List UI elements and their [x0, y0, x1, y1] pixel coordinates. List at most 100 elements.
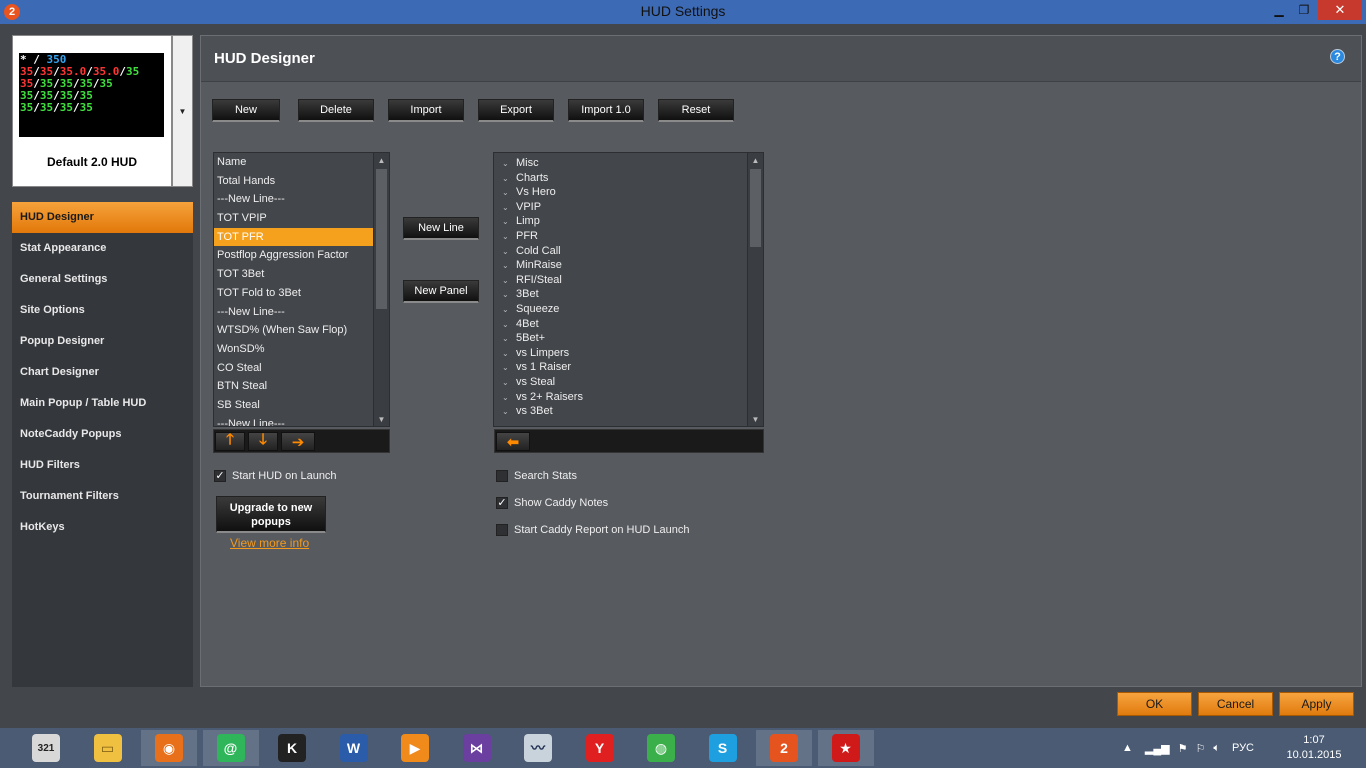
- chevron-down-icon[interactable]: ⌄: [502, 361, 516, 376]
- caddy-report-checkbox[interactable]: Start Caddy Report on HUD Launch: [496, 524, 689, 536]
- taskbar-app-holdem-manager[interactable]: 2: [756, 730, 812, 766]
- stat-category-item[interactable]: ⌄ Misc: [494, 156, 747, 171]
- new-panel-button[interactable]: New Panel: [403, 280, 479, 303]
- chevron-down-icon[interactable]: ⌄: [502, 201, 516, 216]
- stat-category-item[interactable]: ⌄ VPIP: [494, 200, 747, 215]
- hud-line-item[interactable]: TOT 3Bet: [214, 265, 374, 284]
- stat-category-item[interactable]: ⌄ 5Bet+: [494, 331, 747, 346]
- stat-category-item[interactable]: ⌄ vs Limpers: [494, 346, 747, 361]
- chevron-down-icon[interactable]: ⌄: [502, 172, 516, 187]
- scroll-up-icon[interactable]: ▲: [748, 153, 763, 167]
- hud-line-item[interactable]: ---New Line---: [214, 415, 374, 426]
- move-up-arrow-icon[interactable]: 🡑: [215, 431, 245, 451]
- chevron-down-icon[interactable]: ⌄: [502, 288, 516, 303]
- hud-line-item[interactable]: TOT PFR: [214, 227, 374, 247]
- chevron-down-icon[interactable]: ⌄: [502, 318, 516, 333]
- scroll-down-icon[interactable]: ▼: [374, 412, 389, 426]
- nav-item-hud-designer[interactable]: HUD Designer: [12, 202, 193, 233]
- delete-button[interactable]: Delete: [298, 99, 374, 122]
- taskbar-app-skype[interactable]: S: [695, 730, 751, 766]
- hud-line-item[interactable]: Total Hands: [214, 172, 374, 191]
- language-indicator[interactable]: РУС: [1232, 742, 1254, 754]
- nav-item-tournament-filters[interactable]: Tournament Filters: [12, 481, 193, 512]
- new-button[interactable]: New: [212, 99, 280, 122]
- stat-category-item[interactable]: ⌄ PFR: [494, 229, 747, 244]
- chevron-down-icon[interactable]: ⌄: [502, 332, 516, 347]
- scroll-down-icon[interactable]: ▼: [748, 412, 763, 426]
- taskbar-app-firefox[interactable]: ◉: [141, 730, 197, 766]
- chevron-down-icon[interactable]: ⌄: [502, 259, 516, 274]
- search-stats-checkbox[interactable]: Search Stats: [496, 470, 577, 482]
- stat-category-item[interactable]: ⌄ RFI/Steal: [494, 273, 747, 288]
- maximize-button[interactable]: ❐: [1290, 0, 1318, 20]
- stat-category-item[interactable]: ⌄ Charts: [494, 171, 747, 186]
- hud-line-item[interactable]: TOT Fold to 3Bet: [214, 284, 374, 303]
- hud-line-item[interactable]: SB Steal: [214, 396, 374, 415]
- close-button[interactable]: ✕: [1318, 0, 1362, 20]
- network-signal-icon[interactable]: ▂▄▆: [1145, 742, 1170, 755]
- chevron-down-icon[interactable]: ⌄: [502, 215, 516, 230]
- hud-lines-scrollbar[interactable]: ▲ ▼: [373, 153, 389, 426]
- hud-lines-list[interactable]: Name Total Hands ---New Line--- TOT VPIP TOT…: [213, 152, 390, 427]
- chevron-down-icon[interactable]: ⌄: [502, 230, 516, 245]
- stat-category-item[interactable]: ⌄ Limp: [494, 214, 747, 229]
- taskbar-app-yandex[interactable]: Y: [572, 730, 628, 766]
- show-caddy-notes-checkbox[interactable]: ✓ Show Caddy Notes: [496, 497, 608, 509]
- stat-categories-list[interactable]: ⌄ Misc ⌄ Charts ⌄ Vs Hero ⌄ VPIP ⌄ Limp ⌄ PFR ⌄ Cold …: [493, 152, 764, 427]
- taskbar-app-word[interactable]: W: [326, 730, 382, 766]
- add-stat-left-arrow-icon[interactable]: ⬅: [496, 432, 530, 451]
- hud-line-item[interactable]: BTN Steal: [214, 377, 374, 396]
- taskbar-app-media-player[interactable]: ▶: [387, 730, 443, 766]
- move-right-arrow-icon[interactable]: ➔: [281, 432, 315, 451]
- nav-item-stat-appearance[interactable]: Stat Appearance: [12, 233, 193, 264]
- taskbar-app-calendar[interactable]: 321: [18, 730, 74, 766]
- upgrade-popups-button[interactable]: Upgrade to new popups: [216, 496, 326, 533]
- network-warning-icon[interactable]: ⚑: [1178, 742, 1188, 755]
- hud-line-item[interactable]: Name: [214, 153, 374, 172]
- taskbar-app-k-app[interactable]: K: [264, 730, 320, 766]
- import-1-0-button[interactable]: Import 1.0: [568, 99, 644, 122]
- clock[interactable]: 1:07 10.01.2015: [1282, 733, 1346, 763]
- stat-category-item[interactable]: ⌄ Squeeze: [494, 302, 747, 317]
- chevron-down-icon[interactable]: ⌄: [502, 347, 516, 362]
- reset-button[interactable]: Reset: [658, 99, 734, 122]
- taskbar-app-monitor[interactable]: 〰: [510, 730, 566, 766]
- chevron-down-icon[interactable]: ⌄: [502, 405, 516, 420]
- nav-item-hud-filters[interactable]: HUD Filters: [12, 450, 193, 481]
- chevron-down-icon[interactable]: ⌄: [502, 274, 516, 289]
- hud-line-item[interactable]: TOT VPIP: [214, 209, 374, 228]
- tray-expand-icon[interactable]: ▲: [1122, 742, 1133, 754]
- ok-button[interactable]: OK: [1117, 692, 1192, 716]
- taskbar-app-pokerstars[interactable]: ★: [817, 730, 874, 766]
- nav-item-notecaddy-popups[interactable]: NoteCaddy Popups: [12, 419, 193, 450]
- chevron-down-icon[interactable]: ⌄: [502, 157, 516, 172]
- chevron-down-icon[interactable]: ⌄: [502, 186, 516, 201]
- export-button[interactable]: Export: [478, 99, 554, 122]
- scroll-up-icon[interactable]: ▲: [374, 153, 389, 167]
- nav-item-chart-designer[interactable]: Chart Designer: [12, 357, 193, 388]
- hud-line-item[interactable]: CO Steal: [214, 359, 374, 378]
- stat-category-item[interactable]: ⌄ vs 3Bet: [494, 404, 747, 419]
- taskbar-app-globe[interactable]: ◍: [633, 730, 689, 766]
- stat-category-item[interactable]: ⌄ 3Bet: [494, 287, 747, 302]
- view-more-info-link[interactable]: View more info: [230, 536, 309, 550]
- taskbar-app-mail[interactable]: @: [202, 730, 259, 766]
- chevron-down-icon[interactable]: ⌄: [502, 391, 516, 406]
- volume-icon[interactable]: 🔈︎: [1213, 742, 1220, 755]
- nav-item-site-options[interactable]: Site Options: [12, 295, 193, 326]
- hud-line-item[interactable]: ---New Line---: [214, 303, 374, 322]
- chevron-down-icon[interactable]: ⌄: [502, 303, 516, 318]
- start-hud-on-launch-checkbox[interactable]: ✓ Start HUD on Launch: [214, 470, 337, 482]
- taskbar-app-visual-studio[interactable]: ⋈: [449, 730, 505, 766]
- apply-button[interactable]: Apply: [1279, 692, 1354, 716]
- stat-category-item[interactable]: ⌄ 4Bet: [494, 317, 747, 332]
- stat-category-item[interactable]: ⌄ Cold Call: [494, 244, 747, 259]
- hud-line-item[interactable]: WonSD%: [214, 340, 374, 359]
- hud-line-item[interactable]: ---New Line---: [214, 190, 374, 209]
- hud-line-item[interactable]: Postflop Aggression Factor: [214, 246, 374, 265]
- nav-item-general-settings[interactable]: General Settings: [12, 264, 193, 295]
- stat-category-item[interactable]: ⌄ vs Steal: [494, 375, 747, 390]
- nav-item-hotkeys[interactable]: HotKeys: [12, 512, 193, 543]
- stat-category-item[interactable]: ⌄ vs 2+ Raisers: [494, 390, 747, 405]
- cancel-button[interactable]: Cancel: [1198, 692, 1273, 716]
